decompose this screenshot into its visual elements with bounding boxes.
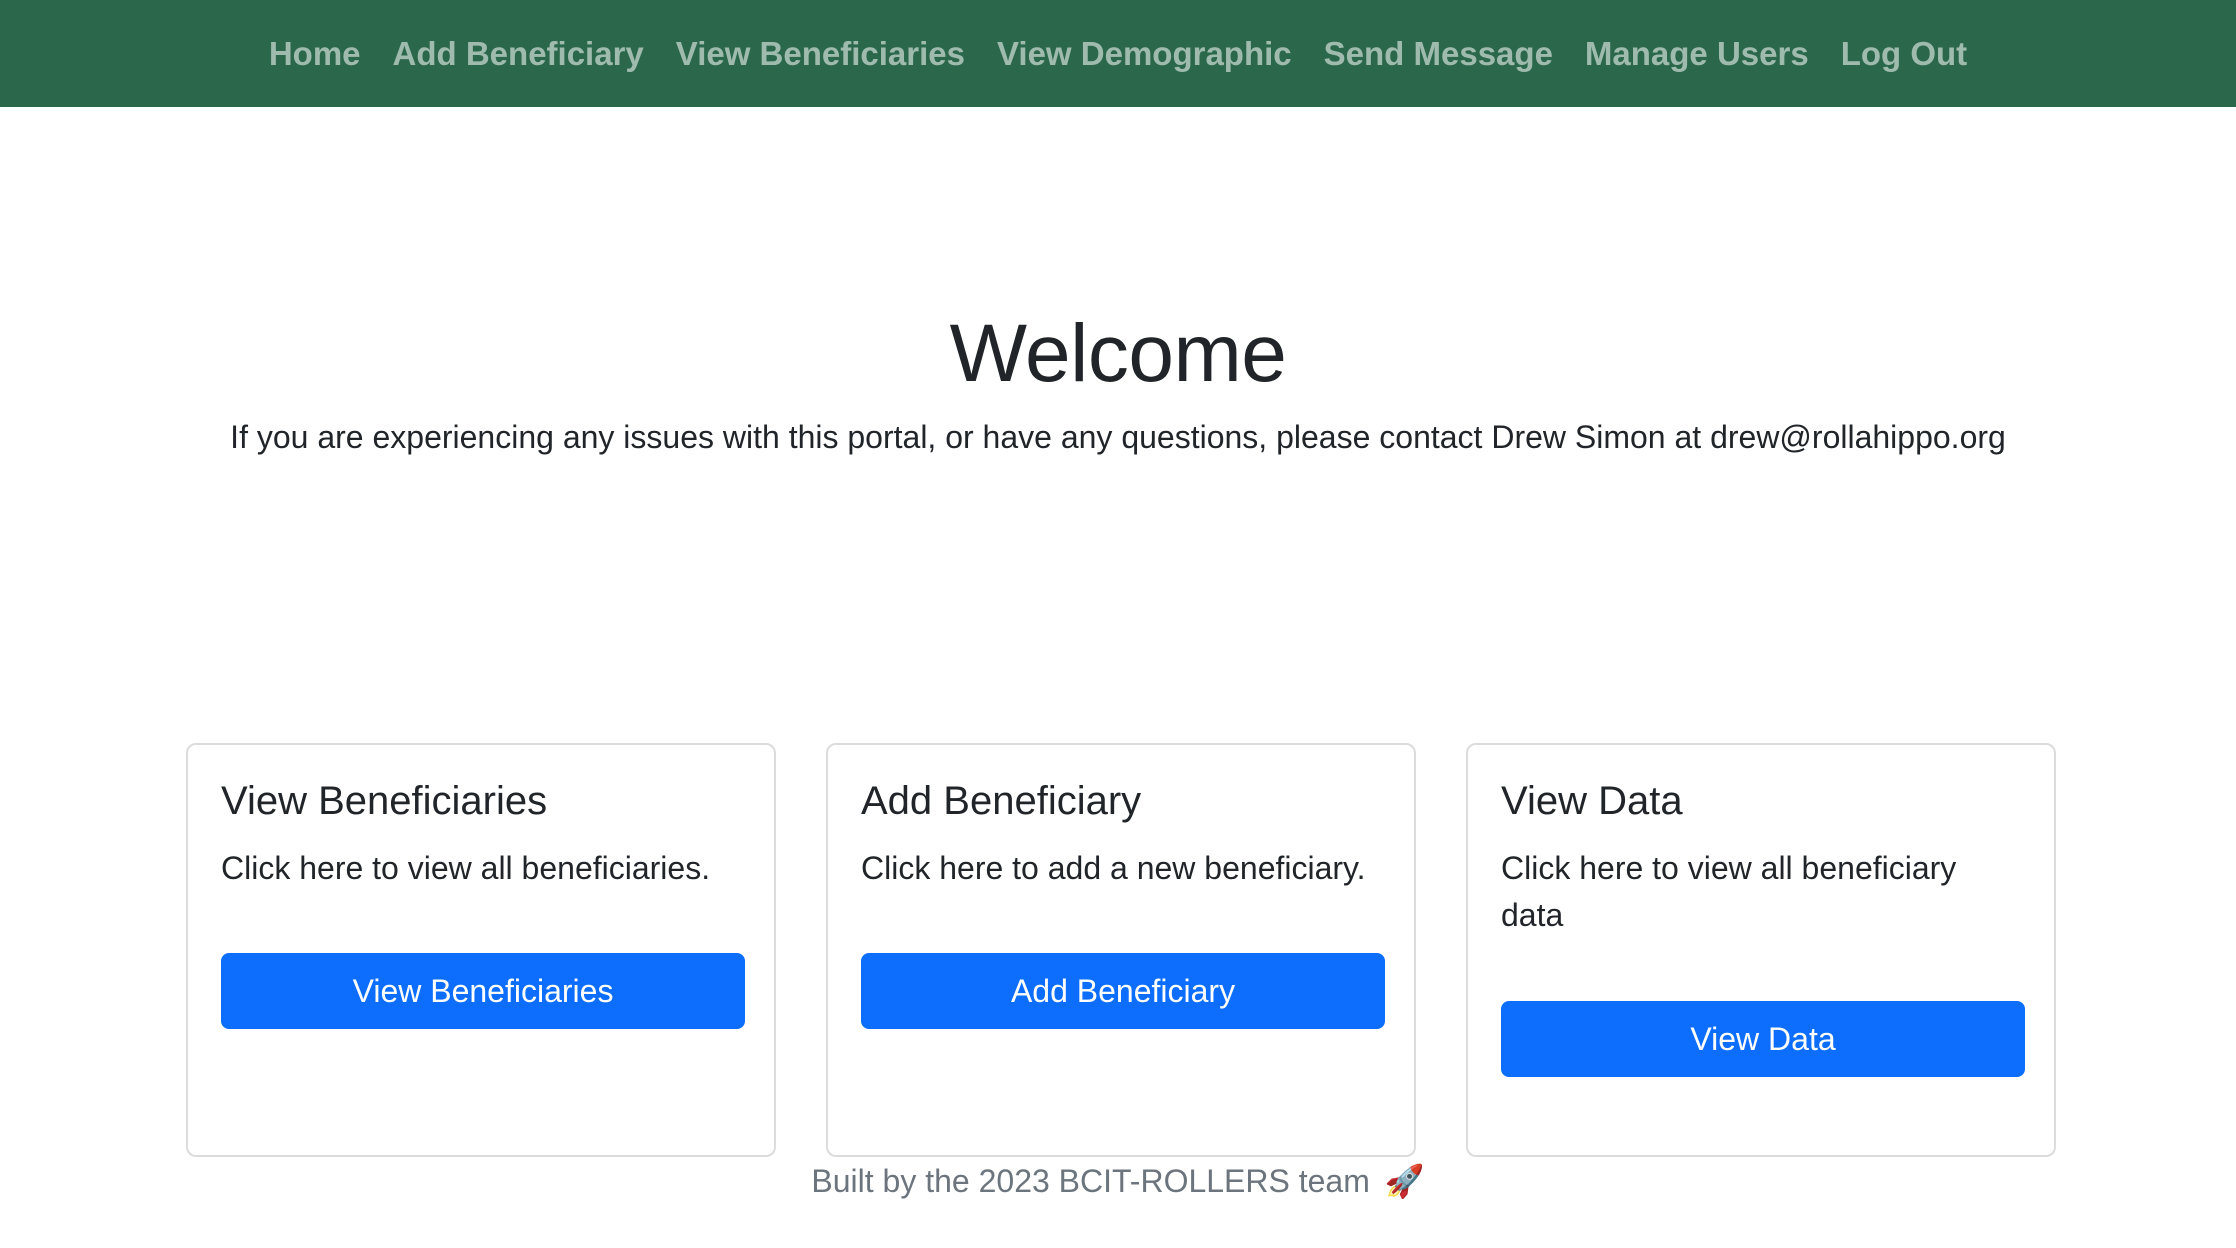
- nav-view-demographic-link[interactable]: View Demographic: [997, 35, 1292, 72]
- footer-text: Built by the 2023 BCIT-ROLLERS team: [811, 1163, 1370, 1199]
- nav-home-link[interactable]: Home: [269, 35, 361, 72]
- card-title: Add Beneficiary: [861, 779, 1142, 823]
- view-beneficiaries-card: View Beneficiaries Click here to view al…: [186, 743, 776, 1157]
- card-title: View Beneficiaries: [221, 779, 548, 823]
- card-description: Click here to add a new beneficiary.: [861, 850, 1366, 886]
- nav-menu: Home Add Beneficiary View Beneficiaries …: [269, 35, 1967, 73]
- top-navbar: Home Add Beneficiary View Beneficiaries …: [0, 0, 2236, 107]
- add-beneficiary-card: Add Beneficiary Click here to add a new …: [826, 743, 1416, 1157]
- card-description: Click here to view all beneficiary data: [1501, 850, 1957, 933]
- add-beneficiary-button[interactable]: Add Beneficiary: [861, 953, 1385, 1029]
- nav-send-message-link[interactable]: Send Message: [1324, 35, 1553, 72]
- contact-message: If you are experiencing any issues with …: [230, 419, 2006, 455]
- nav-view-beneficiaries-link[interactable]: View Beneficiaries: [676, 35, 965, 72]
- nav-add-beneficiary-link[interactable]: Add Beneficiary: [393, 35, 644, 72]
- view-data-card: View Data Click here to view all benefic…: [1466, 743, 2056, 1157]
- view-beneficiaries-button[interactable]: View Beneficiaries: [221, 953, 745, 1029]
- view-data-button[interactable]: View Data: [1501, 1001, 2025, 1077]
- card-description: Click here to view all beneficiaries.: [221, 850, 711, 886]
- footer: Built by the 2023 BCIT-ROLLERS team 🚀: [0, 1162, 2236, 1200]
- nav-manage-users-link[interactable]: Manage Users: [1585, 35, 1809, 72]
- nav-log-out-link[interactable]: Log Out: [1841, 35, 1967, 72]
- rocket-icon: 🚀: [1384, 1163, 1425, 1199]
- welcome-title: Welcome: [949, 308, 1287, 399]
- welcome-hero: Welcome If you are experiencing any issu…: [0, 107, 2236, 699]
- card-title: View Data: [1501, 779, 1683, 823]
